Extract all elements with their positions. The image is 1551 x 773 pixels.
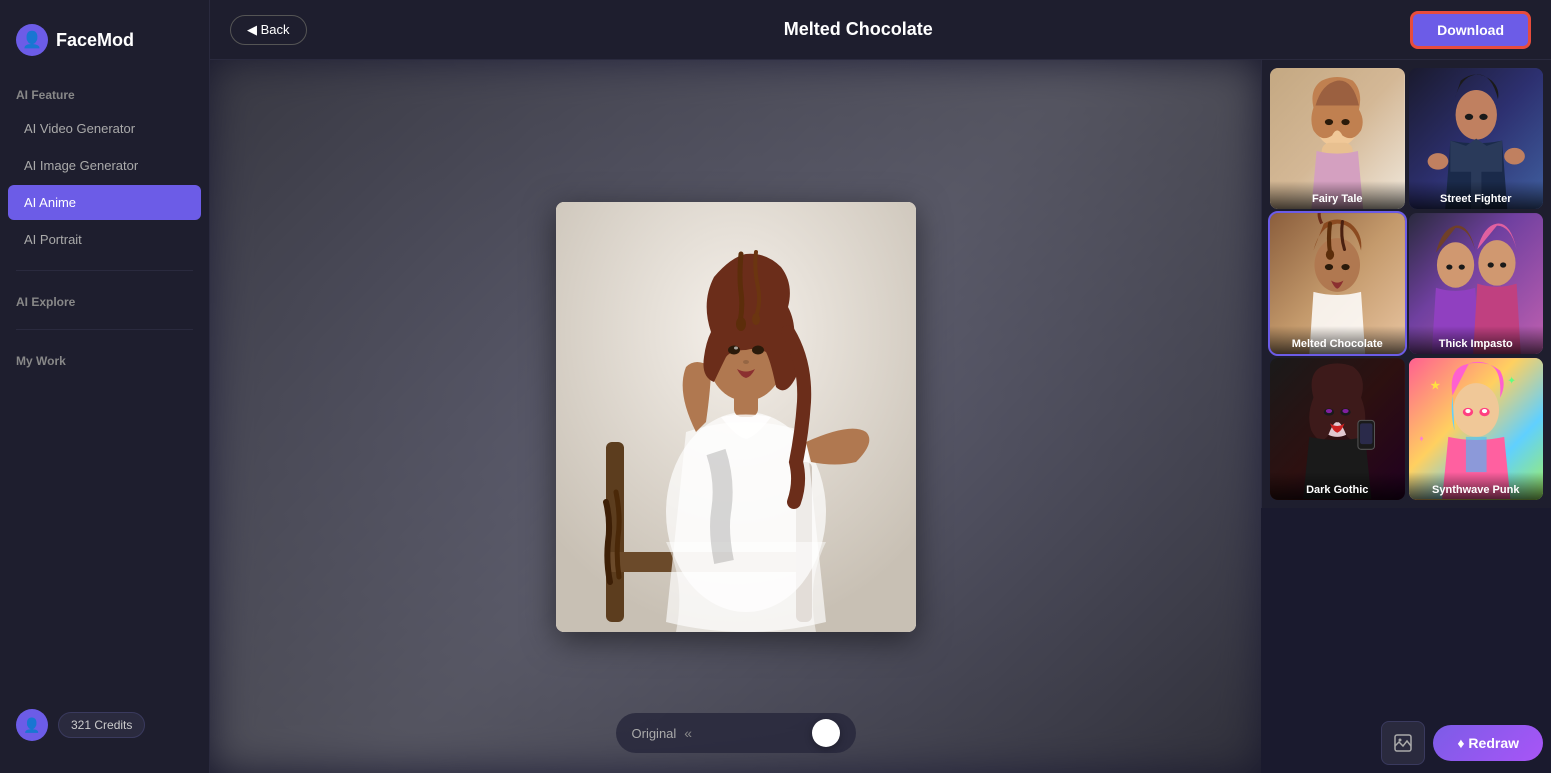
svg-text:✦: ✦ <box>1507 377 1516 388</box>
header: ◀ Back Melted Chocolate Download <box>210 0 1551 60</box>
sidebar-item-ai-anime[interactable]: AI Anime <box>8 185 201 220</box>
right-panel: Fairy Tale <box>1261 60 1551 508</box>
style-card-fairy-tale[interactable]: Fairy Tale <box>1270 68 1405 209</box>
style-card-label-thick-impasto: Thick Impasto <box>1409 326 1544 354</box>
style-card-dark-gothic[interactable]: Dark Gothic <box>1270 358 1405 499</box>
content-area: Original « <box>210 60 1551 773</box>
sidebar: 👤 FaceMod AI Feature AI Video Generator … <box>0 0 210 773</box>
logo-icon: 👤 <box>16 24 48 56</box>
style-card-melted-chocolate[interactable]: Melted Chocolate <box>1270 213 1405 354</box>
main-image <box>556 202 916 632</box>
style-card-label-melted-chocolate: Melted Chocolate <box>1270 326 1405 354</box>
download-button[interactable]: Download <box>1410 11 1531 49</box>
logo: 👤 FaceMod <box>0 16 209 76</box>
sidebar-item-ai-video[interactable]: AI Video Generator <box>8 111 201 146</box>
user-avatar[interactable]: 👤 <box>16 709 48 741</box>
my-work-section-label: My Work <box>0 342 209 376</box>
main-content: ◀ Back Melted Chocolate Download <box>210 0 1551 773</box>
style-card-street-fighter[interactable]: Street Fighter <box>1409 68 1544 209</box>
style-card-label-fairy-tale: Fairy Tale <box>1270 181 1405 209</box>
style-card-label-synthwave-punk: Synthwave Punk <box>1409 472 1544 500</box>
slider-arrows-icon: « <box>684 725 692 741</box>
image-select-button[interactable] <box>1381 721 1425 765</box>
logo-emoji: 👤 <box>22 30 42 50</box>
sidebar-bottom: 👤 321 Credits <box>0 693 209 757</box>
credits-badge[interactable]: 321 Credits <box>58 712 145 738</box>
back-button[interactable]: ◀ Back <box>230 15 307 45</box>
style-grid: Fairy Tale <box>1270 68 1543 500</box>
sidebar-divider-2 <box>16 329 193 330</box>
canvas-area: Original « <box>210 60 1261 773</box>
style-card-synthwave-punk[interactable]: ★ ✦ ♦ Synthwave Punk <box>1409 358 1544 499</box>
redraw-button[interactable]: ♦ Redraw <box>1433 725 1543 761</box>
logo-text: FaceMod <box>56 30 134 51</box>
sidebar-divider-1 <box>16 270 193 271</box>
slider-thumb[interactable] <box>812 719 840 747</box>
ai-explore-section-label: AI Explore <box>0 283 209 317</box>
sidebar-item-ai-portrait[interactable]: AI Portrait <box>8 222 201 257</box>
ai-feature-section-label: AI Feature <box>0 76 209 110</box>
slider-label: Original <box>632 726 677 741</box>
svg-text:★: ★ <box>1429 379 1440 393</box>
style-card-label-dark-gothic: Dark Gothic <box>1270 472 1405 500</box>
svg-text:♦: ♦ <box>1419 434 1423 443</box>
bottom-actions: ♦ Redraw <box>1381 721 1543 765</box>
page-title: Melted Chocolate <box>323 19 1395 40</box>
style-card-thick-impasto[interactable]: Thick Impasto <box>1409 213 1544 354</box>
image-comparison-slider[interactable]: Original « <box>616 713 856 753</box>
style-card-label-street-fighter: Street Fighter <box>1409 181 1544 209</box>
right-panel-wrapper: Fairy Tale <box>1261 60 1551 773</box>
sidebar-item-ai-image[interactable]: AI Image Generator <box>8 148 201 183</box>
figure-svg <box>556 202 916 632</box>
